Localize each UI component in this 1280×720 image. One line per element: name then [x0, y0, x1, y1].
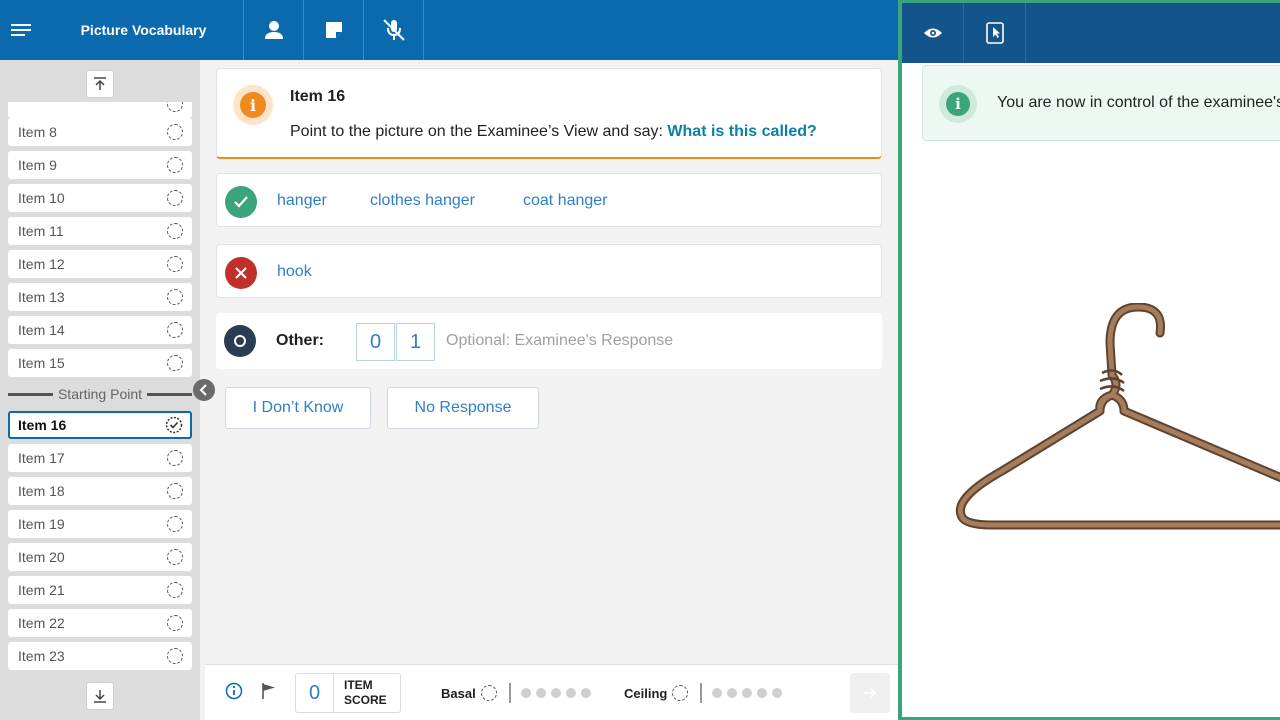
info-circle-icon[interactable]: [225, 682, 243, 700]
score-1-button[interactable]: 1: [396, 323, 435, 361]
sidebar-item-12[interactable]: Item 12: [8, 250, 192, 278]
circle-outline-icon: [224, 325, 256, 357]
sidebar-item-8[interactable]: Item 8: [8, 118, 192, 146]
status-pending-icon: [167, 516, 183, 532]
arrow-right-icon: [864, 688, 877, 698]
ceiling-indicator: Ceiling: [624, 683, 787, 703]
info-icon: i: [233, 85, 273, 125]
item-instruction: Point to the picture on the Examinee’s V…: [290, 123, 817, 140]
menu-button[interactable]: [0, 0, 44, 60]
dont-know-button[interactable]: I Don’t Know: [225, 387, 371, 429]
list-item[interactable]: [8, 102, 192, 118]
tablet-pointer-icon: [985, 22, 1004, 44]
status-pending-icon: [167, 289, 183, 305]
status-pending-icon: [167, 190, 183, 206]
control-examinee-view-button[interactable]: [964, 3, 1026, 63]
chevron-left-icon: [199, 384, 207, 396]
control-notice-text: You are now in control of the examinee's…: [997, 94, 1280, 111]
top-bar: Picture Vocabulary: [0, 0, 898, 60]
examinee-info-button[interactable]: [244, 0, 304, 60]
check-icon: [225, 186, 257, 218]
basal-status-icon: [480, 685, 497, 701]
no-response-button[interactable]: No Response: [387, 387, 539, 429]
info-icon: i: [939, 85, 977, 123]
sidebar-item-15[interactable]: Item 15: [8, 349, 192, 377]
arrow-down-to-line-icon: [94, 690, 106, 703]
sidebar-item-14[interactable]: Item 14: [8, 316, 192, 344]
status-pending-icon: [167, 355, 183, 371]
item-score: 0 ITEM SCORE: [295, 673, 401, 713]
sidebar-item-9[interactable]: Item 9: [8, 151, 192, 179]
sidebar-item-23[interactable]: Item 23: [8, 642, 192, 670]
correct-response-row[interactable]: hanger clothes hanger coat hanger: [216, 173, 882, 227]
examinee-view-toolbar: [902, 3, 1280, 63]
status-pending-icon: [167, 102, 183, 112]
next-item-button[interactable]: [850, 673, 890, 713]
scroll-to-bottom-button[interactable]: [86, 682, 114, 710]
collapse-sidebar-button[interactable]: [193, 379, 215, 401]
item-question: What is this called?: [667, 123, 817, 140]
scroll-to-top-button[interactable]: [86, 70, 114, 98]
status-in-progress-icon: [165, 416, 183, 434]
x-icon: [225, 257, 257, 289]
preview-button[interactable]: [902, 3, 964, 63]
item-score-value: 0: [296, 674, 334, 712]
incorrect-response-row[interactable]: hook: [216, 244, 882, 298]
sidebar-item-13[interactable]: Item 13: [8, 283, 192, 311]
notes-button[interactable]: [304, 0, 364, 60]
status-pending-icon: [167, 256, 183, 272]
correct-answer-option[interactable]: hanger: [277, 192, 327, 210]
examinee-view-panel: i You are now in control of the examinee…: [898, 0, 1280, 720]
sidebar-item-20[interactable]: Item 20: [8, 543, 192, 571]
control-notice: i You are now in control of the examinee…: [922, 65, 1280, 141]
score-0-button[interactable]: 0: [356, 323, 395, 361]
sidebar-item-11[interactable]: Item 11: [8, 217, 192, 245]
status-pending-icon: [167, 450, 183, 466]
hanger-picture: [956, 303, 1280, 530]
arrow-up-to-line-icon: [94, 77, 106, 90]
status-pending-icon: [167, 322, 183, 338]
status-pending-icon: [167, 648, 183, 664]
sidebar-item-17[interactable]: Item 17: [8, 444, 192, 472]
item-list[interactable]: Item 8 Item 9 Item 10 Item 11 Item 12 It…: [0, 102, 200, 674]
scoring-panel: i Item 16 Point to the picture on the Ex…: [205, 60, 898, 664]
sidebar-item-16[interactable]: Item 16: [8, 411, 192, 439]
footer-bar: 0 ITEM SCORE Basal Ceiling: [205, 664, 898, 720]
status-pending-icon: [167, 582, 183, 598]
person-icon: [264, 21, 283, 39]
sidebar-item-18[interactable]: Item 18: [8, 477, 192, 505]
item-sidebar: Item 8 Item 9 Item 10 Item 11 Item 12 It…: [0, 60, 200, 720]
eye-icon: [923, 28, 942, 38]
item-prompt-card: i Item 16 Point to the picture on the Ex…: [216, 68, 882, 159]
status-pending-icon: [167, 549, 183, 565]
microphone-off-icon: [382, 19, 405, 41]
mute-audio-button[interactable]: [364, 0, 424, 60]
hamburger-icon: [11, 24, 31, 36]
status-pending-icon: [167, 615, 183, 631]
app-title: Picture Vocabulary: [44, 0, 244, 60]
status-pending-icon: [167, 483, 183, 499]
sidebar-item-21[interactable]: Item 21: [8, 576, 192, 604]
starting-point-divider: Starting Point: [8, 384, 192, 404]
note-icon: [325, 22, 342, 38]
correct-answer-option[interactable]: clothes hanger: [370, 192, 475, 210]
examinee-response-input[interactable]: Optional: Examinee's Response: [446, 332, 673, 350]
status-pending-icon: [167, 157, 183, 173]
other-label: Other:: [276, 332, 324, 349]
correct-answer-option[interactable]: coat hanger: [523, 192, 608, 210]
status-pending-icon: [167, 223, 183, 239]
sidebar-item-22[interactable]: Item 22: [8, 609, 192, 637]
item-title: Item 16: [290, 88, 346, 105]
basal-indicator: Basal: [441, 683, 596, 703]
sidebar-item-10[interactable]: Item 10: [8, 184, 192, 212]
ceiling-status-icon: [672, 685, 689, 701]
flag-icon[interactable]: [260, 682, 278, 700]
incorrect-answer-option[interactable]: hook: [277, 263, 312, 281]
sidebar-item-19[interactable]: Item 19: [8, 510, 192, 538]
status-pending-icon: [167, 124, 183, 140]
other-response-row: Other: 0 1 Optional: Examinee's Response: [216, 313, 882, 369]
